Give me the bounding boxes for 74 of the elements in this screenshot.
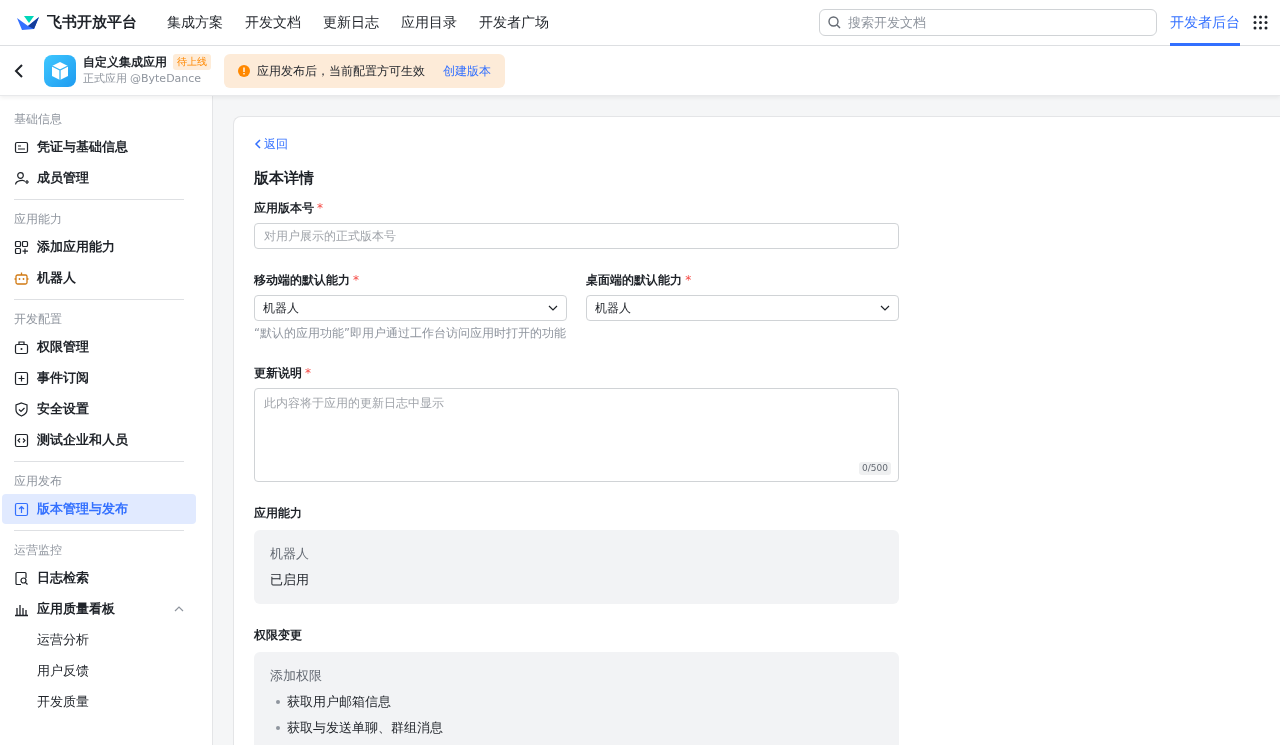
nav-link[interactable]: 应用目录 <box>390 0 468 46</box>
sidebar-item[interactable]: 凭证与基础信息 <box>2 132 196 163</box>
section-title: 开发配置 <box>13 311 63 329</box>
permission-item: 获取与发送单聊、群组消息 <box>286 718 443 737</box>
field-label: 应用版本号 <box>254 201 314 216</box>
sidebar-item[interactable]: 权限管理 <box>2 332 196 363</box>
back-link[interactable]: 返回 <box>254 135 289 154</box>
search-icon <box>828 16 841 29</box>
app-subtitle: 正式应用 @ByteDance <box>82 71 203 88</box>
chevron-down-icon <box>880 305 890 312</box>
section-title: 运营监控 <box>13 542 63 560</box>
create-version-link[interactable]: 创建版本 <box>443 61 491 80</box>
app-icon <box>43 54 76 87</box>
section-heading: 权限变更 <box>254 626 303 644</box>
sidebar-item[interactable]: 事件订阅 <box>2 363 196 394</box>
search-field[interactable]: 搜索开发文档 <box>819 9 1157 36</box>
upload-icon <box>14 501 29 517</box>
logo-icon <box>16 13 40 32</box>
section-title: 应用发布 <box>13 473 63 491</box>
sidebar-item[interactable]: 机器人 <box>2 263 196 294</box>
required-mark: * <box>353 273 359 288</box>
status-badge: 待上线 <box>173 54 211 71</box>
document-search-icon <box>14 570 29 586</box>
field-label: 桌面端的默认能力 <box>586 273 683 288</box>
select-field[interactable]: 机器人 <box>254 295 567 322</box>
sidebar-item[interactable]: 安全设置 <box>2 394 196 425</box>
sidebar-subitem[interactable]: 开发质量 <box>2 687 196 718</box>
bullet-icon <box>276 699 280 704</box>
nav-link[interactable]: 更新日志 <box>312 0 390 46</box>
shield-icon <box>14 401 29 417</box>
version-input[interactable]: 对用户展示的正式版本号 <box>254 223 899 250</box>
capability-name: 机器人 <box>270 545 310 564</box>
bullet-icon <box>276 725 280 730</box>
console-link[interactable]: 开发者后台 <box>1170 0 1240 46</box>
select-field[interactable]: 机器人 <box>586 295 899 322</box>
chevron-down-icon <box>547 305 558 312</box>
nav-link[interactable]: 开发文档 <box>234 0 312 46</box>
add-user-icon <box>14 170 29 186</box>
sidebar-item[interactable]: 成员管理 <box>2 163 196 194</box>
warning-icon <box>238 64 250 77</box>
section-title: 基础信息 <box>13 111 63 129</box>
nav-link[interactable]: 开发者广场 <box>468 0 560 46</box>
section-title: 应用能力 <box>13 211 63 229</box>
code-icon <box>14 432 29 448</box>
hint-text: “默认的应用功能”即用户通过工作台访问应用时打开的功能 <box>254 325 567 343</box>
add-square-icon <box>14 370 29 386</box>
permission-item: 获取用户邮箱信息 <box>286 692 391 711</box>
apps-grid-icon <box>1253 15 1268 30</box>
field-label: 更新说明 <box>254 366 302 381</box>
brand-name: 飞书开放平台 <box>46 12 137 34</box>
required-mark: * <box>305 366 311 381</box>
required-mark: * <box>317 201 323 216</box>
add-grid-icon <box>14 239 29 255</box>
permission-group: 添加权限 <box>270 665 883 686</box>
sidebar-item[interactable]: 日志检索 <box>2 563 196 594</box>
robot-icon <box>14 270 29 286</box>
id-card-icon <box>14 139 29 155</box>
capability-status: 已启用 <box>270 571 310 590</box>
sidebar-subitem[interactable]: 用户反馈 <box>2 656 196 687</box>
chevron-left-icon <box>254 139 261 150</box>
character-counter: 0/500 <box>859 461 891 476</box>
sidebar-item[interactable]: 应用质量看板 <box>2 594 196 625</box>
notice-text: 应用发布后，当前配置方可生效 <box>256 62 425 80</box>
sidebar-item[interactable]: 添加应用能力 <box>2 232 196 263</box>
sidebar-item[interactable]: 测试企业和人员 <box>2 425 196 456</box>
field-label: 移动端的默认能力 <box>254 273 350 288</box>
section-heading: 应用能力 <box>254 505 303 523</box>
app-name: 自定义集成应用 <box>82 54 167 72</box>
briefcase-icon <box>14 339 29 355</box>
nav-link[interactable]: 集成方案 <box>156 0 234 46</box>
required-mark: * <box>685 273 692 288</box>
page-title: 版本详情 <box>254 167 315 189</box>
sidebar-item[interactable]: 版本管理与发布 <box>2 494 196 525</box>
sidebar-subitem[interactable]: 运营分析 <box>2 625 196 656</box>
